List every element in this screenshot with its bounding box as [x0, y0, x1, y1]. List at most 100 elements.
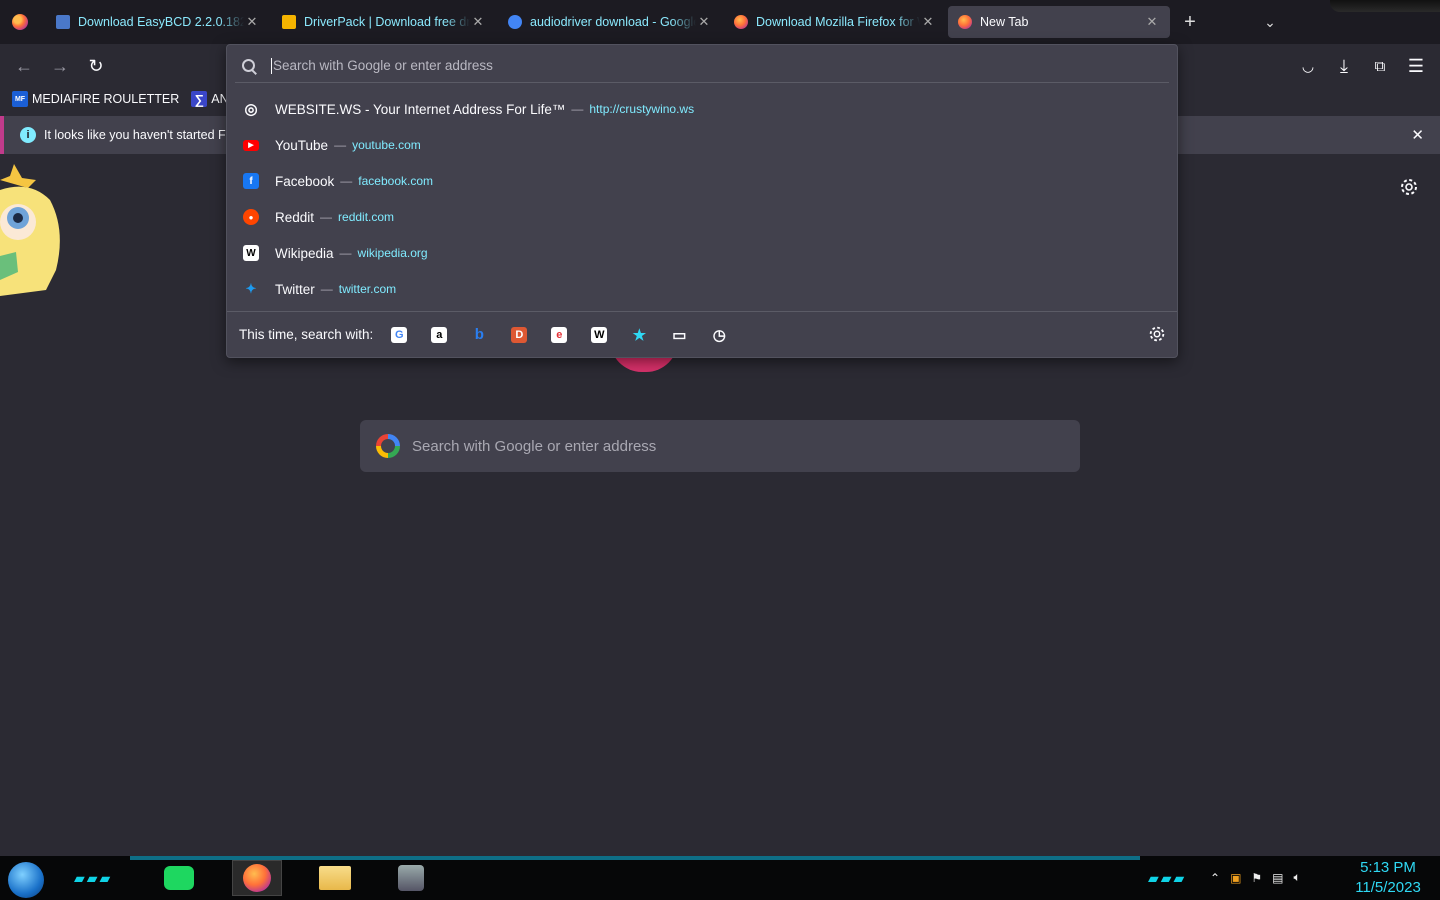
urlbar-result-row[interactable]: ● Reddit — reddit.com	[227, 199, 1177, 235]
info-icon: i	[20, 127, 36, 143]
tab-close-button[interactable]: ✕	[244, 14, 260, 30]
extensions-button[interactable]: ⧉	[1366, 52, 1394, 80]
bookmark-label: MEDIAFIRE ROULETTER	[32, 92, 180, 106]
firefox-icon	[12, 14, 28, 30]
taskbar-app-firefox[interactable]	[232, 860, 282, 896]
globe-icon: ◎	[244, 101, 258, 118]
arrow-left-icon: ←	[15, 55, 33, 76]
urlbar-result-row[interactable]: W Wikipedia — wikipedia.org	[227, 235, 1177, 271]
chat-icon	[164, 866, 194, 890]
tray-app-icon[interactable]: ▣	[1230, 871, 1241, 885]
tab-title: Download Mozilla Firefox for Windows	[756, 15, 920, 29]
mediafire-icon: MF	[12, 91, 28, 107]
youtube-icon: ▶	[243, 139, 259, 151]
urlbar-results: ◎ WEBSITE.WS - Your Internet Address For …	[227, 91, 1177, 307]
notification-text: It looks like you haven't started Fire	[44, 128, 240, 142]
wikipedia-engine-button[interactable]: W	[587, 323, 611, 347]
history-icon: ◷	[712, 326, 726, 344]
reload-button[interactable]: ↻	[82, 52, 110, 80]
search-settings-button[interactable]	[1147, 324, 1167, 344]
taskbar: ▰▰▰ ▰▰▰ ⌃ ▣ ⚑ ▤ 🔈︎ 5:13 PM 11/5/2023	[0, 856, 1440, 900]
urlbar-placeholder: Search with Google or enter address	[273, 58, 493, 73]
pocket-button[interactable]: ◡	[1294, 52, 1322, 80]
urlbar-input[interactable]: Search with Google or enter address	[235, 49, 1169, 83]
google-engine-icon: G	[391, 326, 408, 343]
list-all-tabs-button[interactable]: ⌄	[1258, 10, 1282, 34]
result-title: Wikipedia	[275, 245, 334, 261]
hamburger-icon: ☰	[1407, 55, 1425, 76]
volume-icon[interactable]: 🔈︎	[1294, 870, 1301, 885]
tab-3[interactable]: audiodriver download - Google Search✕	[498, 6, 722, 38]
media-player-icon	[398, 865, 424, 891]
bookmark-mediafire[interactable]: MF MEDIAFIRE ROULETTER	[12, 91, 179, 107]
forward-button[interactable]: →	[46, 52, 74, 80]
newtab-search-placeholder: Search with Google or enter address	[412, 437, 657, 455]
one-off-label: This time, search with:	[239, 327, 374, 342]
tab-1[interactable]: Download EasyBCD 2.2.0.182 Free✕	[46, 6, 270, 38]
download-icon: ⤓	[1340, 55, 1348, 76]
tab-close-button[interactable]: ✕	[470, 14, 486, 30]
urlbar-result-row[interactable]: ▶ YouTube — youtube.com	[227, 127, 1177, 163]
mascot-illustration	[0, 160, 62, 300]
notification-close-button[interactable]: ✕	[1411, 126, 1424, 144]
tab-title: DriverPack | Download free drivers	[304, 15, 470, 29]
urlbar-result-row[interactable]: ✦ Twitter — twitter.com	[227, 271, 1177, 307]
facebook-icon: f	[243, 173, 259, 189]
downloads-button[interactable]: ⤓	[1330, 52, 1358, 80]
back-button[interactable]: ←	[10, 52, 38, 80]
network-icon[interactable]: ▤	[1272, 871, 1283, 885]
folder-icon	[319, 866, 351, 890]
search-icon	[241, 58, 257, 74]
bookmarks-button[interactable]: ★	[627, 323, 651, 347]
tab-title: New Tab	[980, 15, 1029, 29]
ebay-engine-icon: e	[551, 326, 568, 343]
taskbar-clock[interactable]: 5:13 PM 11/5/2023	[1350, 858, 1426, 898]
firefox-view-button[interactable]	[0, 0, 40, 44]
action-center-flag-icon[interactable]: ⚑	[1251, 871, 1262, 885]
reddit-icon: ●	[243, 209, 259, 225]
tab-close-button[interactable]: ✕	[920, 14, 936, 30]
ebay-engine-button[interactable]: e	[547, 323, 571, 347]
easybcd-icon	[56, 15, 70, 29]
google-icon	[376, 434, 400, 458]
tab-2[interactable]: DriverPack | Download free drivers✕	[272, 6, 496, 38]
app-menu-button[interactable]: ☰	[1402, 52, 1430, 80]
history-button[interactable]: ◷	[707, 323, 731, 347]
clock-date: 11/5/2023	[1355, 879, 1421, 896]
new-tab-button[interactable]: +	[1178, 10, 1202, 34]
firefox-icon	[243, 864, 271, 892]
google-engine-button[interactable]: G	[387, 323, 411, 347]
tabs-button[interactable]: ▭	[667, 323, 691, 347]
system-tray: ⌃ ▣ ⚑ ▤ 🔈︎	[1210, 870, 1301, 885]
result-title: YouTube	[275, 137, 329, 153]
result-url: reddit.com	[338, 210, 395, 224]
tray-overflow-icon[interactable]: ⌃	[1210, 871, 1220, 885]
taskbar-app-messages[interactable]	[154, 860, 204, 896]
urlbar-result-row[interactable]: ◎ WEBSITE.WS - Your Internet Address For …	[227, 91, 1177, 127]
clock-time: 5:13 PM	[1360, 859, 1416, 876]
bing-engine-button[interactable]: b	[467, 323, 491, 347]
taskbar-app-explorer[interactable]	[310, 860, 360, 896]
urlbar-dropdown: Search with Google or enter address ◎ WEB…	[226, 44, 1178, 358]
one-off-search-bar: This time, search with: Ga b De W ★ ▭ ◷	[227, 311, 1177, 357]
tab-close-button[interactable]: ✕	[1144, 14, 1160, 30]
result-separator: —	[334, 138, 347, 152]
tab-5[interactable]: New Tab ✕	[948, 6, 1170, 38]
google-icon	[508, 15, 522, 29]
taskbar-app-media[interactable]	[386, 860, 436, 896]
duckduckgo-engine-icon: D	[511, 326, 528, 343]
urlbar-result-row[interactable]: f Facebook — facebook.com	[227, 163, 1177, 199]
tab-close-button[interactable]: ✕	[696, 14, 712, 30]
tab-4[interactable]: Download Mozilla Firefox for Windows✕	[724, 6, 946, 38]
tab-title: audiodriver download - Google Search	[530, 15, 696, 29]
newtab-search-box[interactable]: Search with Google or enter address	[360, 420, 1080, 472]
amazon-engine-button[interactable]: a	[427, 323, 451, 347]
puzzle-icon: ⧉	[1374, 57, 1386, 75]
taskbar-decoration: ▰▰▰	[1148, 870, 1187, 886]
start-button[interactable]	[8, 862, 44, 898]
duckduckgo-engine-button[interactable]: D	[507, 323, 531, 347]
customize-newtab-button[interactable]	[1398, 176, 1420, 198]
result-separator: —	[320, 282, 333, 296]
tabs-icon: ▭	[672, 326, 687, 344]
result-separator: —	[320, 210, 333, 224]
